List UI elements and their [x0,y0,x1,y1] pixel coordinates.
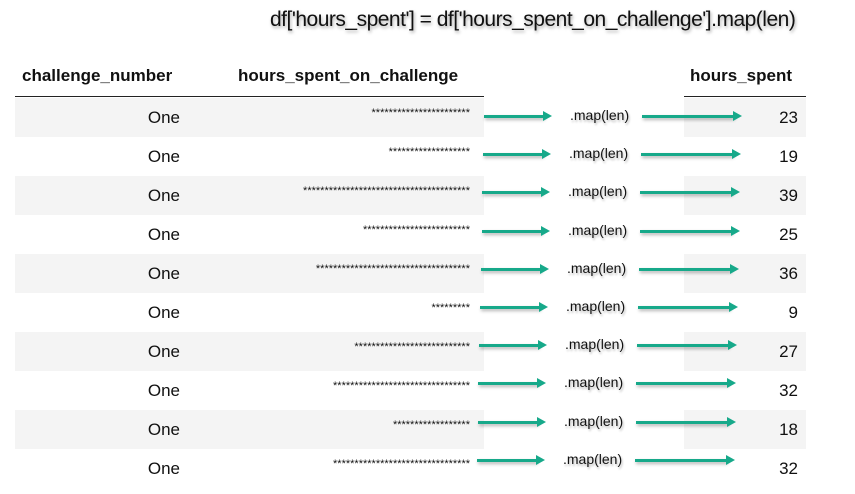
hours-spent-on-challenge-cell: *************************** [354,341,470,353]
arrow-icon [482,187,550,197]
hours-spent-cell: 36 [779,264,798,283]
hours-spent-on-challenge-cell: ******************************** [333,458,470,470]
challenge-number-cell: One [147,264,180,283]
challenge-number-cell: One [147,420,180,439]
map-len-label: .map(len) [568,183,628,199]
challenge-number-cell: One [147,459,180,478]
challenge-number-cell: One [147,186,180,205]
hours-spent-on-challenge-cell: *********************** [371,107,470,119]
hours-spent-row: 19 [684,137,806,176]
hours-spent-on-challenge-cell: ******************* [388,146,470,158]
challenge-number-cell: One [147,342,180,361]
map-len-label: .map(len) [565,336,625,352]
table-row: One ************************* [15,215,484,254]
hours-spent-cell: 19 [779,147,798,166]
arrow-icon [637,340,737,350]
header-divider-right [684,96,806,97]
arrow-icon [480,302,548,312]
arrow-icon [483,149,551,159]
map-len-label: .map(len) [567,260,627,276]
map-len-label: .map(len) [563,451,623,467]
challenge-number-cell: One [147,381,180,400]
table-row: One ****************** [15,410,484,449]
arrow-icon [640,187,740,197]
arrow-icon [479,340,547,350]
arrow-icon [642,111,742,121]
arrow-icon [638,302,738,312]
arrow-icon [477,455,545,465]
map-len-label: .map(len) [569,145,629,161]
hours-spent-on-challenge-cell: ******************************** [333,380,470,392]
arrow-icon [636,378,736,388]
hours-spent-cell: 32 [779,459,798,478]
hours-spent-cell: 25 [779,225,798,244]
arrow-icon [478,378,546,388]
table-row: One ************************************ [15,254,484,293]
table-row: One ************************************… [15,176,484,215]
arrow-icon [636,417,736,427]
hours-spent-row: 18 [684,410,806,449]
hours-spent-row: 9 [684,293,806,332]
hours-spent-row: 27 [684,332,806,371]
map-len-label: .map(len) [568,222,628,238]
hours-spent-cell: 32 [779,381,798,400]
hours-spent-cell: 18 [779,420,798,439]
table-row: One *********************** [15,98,484,137]
hours-spent-on-challenge-cell: ****************** [392,419,470,431]
hours-spent-cell: 39 [779,186,798,205]
header-challenge-number: challenge_number [22,66,173,85]
arrow-icon [484,111,552,121]
hours-spent-row: 32 [684,449,806,488]
header-hours-spent: hours_spent [690,66,793,85]
hours-spent-row: 36 [684,254,806,293]
header-hours-spent-on-challenge: hours_spent_on_challenge [238,66,459,85]
map-len-label: .map(len) [566,298,626,314]
table-row: One ******************************** [15,449,484,488]
challenge-number-cell: One [147,303,180,322]
hours-spent-row: 39 [684,176,806,215]
challenge-number-cell: One [147,108,180,127]
hours-spent-cell: 23 [779,108,798,127]
code-title: df['hours_spent'] = df['hours_spent_on_c… [270,8,796,31]
header-divider-left [15,96,484,97]
hours-spent-on-challenge-cell: ********* [431,302,470,314]
hours-spent-cell: 9 [788,303,798,322]
hours-spent-row: 32 [684,371,806,410]
challenge-number-cell: One [147,225,180,244]
arrow-icon [640,226,740,236]
arrow-icon [635,455,735,465]
table-row: One ******************* [15,137,484,176]
map-len-label: .map(len) [564,413,624,429]
hours-spent-cell: 27 [779,342,798,361]
hours-spent-on-challenge-cell: ************************* [362,224,470,236]
hours-spent-row: 25 [684,215,806,254]
arrow-icon [639,264,739,274]
arrow-icon [641,149,741,159]
map-len-label: .map(len) [570,107,630,123]
arrow-icon [482,226,550,236]
map-len-label: .map(len) [564,374,624,390]
table-row: One ********* [15,293,484,332]
arrow-icon [481,264,549,274]
table-row: One *************************** [15,332,484,371]
challenge-number-cell: One [147,147,180,166]
hours-spent-on-challenge-cell: ************************************ [315,263,470,275]
table-row: One ******************************** [15,371,484,410]
arrow-icon [478,417,546,427]
hours-spent-on-challenge-cell: *************************************** [303,185,470,197]
